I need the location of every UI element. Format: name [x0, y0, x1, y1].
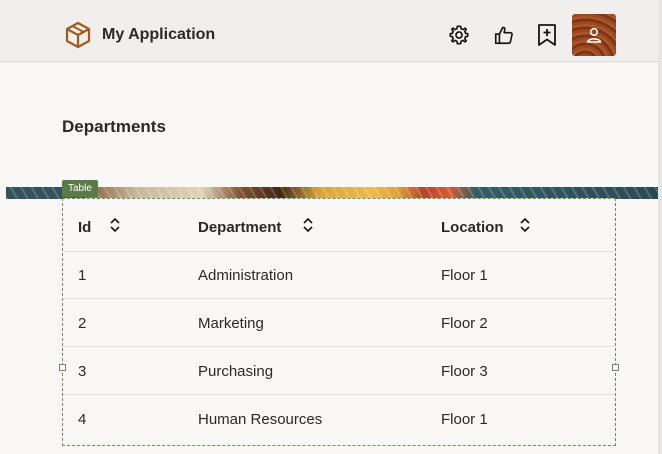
sort-icon[interactable] — [519, 217, 531, 233]
cell-department: Human Resources — [198, 411, 323, 428]
departments-table[interactable]: Id Department Location 1 Administration … — [59, 198, 619, 446]
table-component-tag: Table — [62, 180, 98, 197]
page-content: Departments Table Id Department Location… — [0, 62, 658, 454]
column-header-id[interactable]: Id — [78, 219, 91, 236]
cell-id: 3 — [78, 363, 87, 380]
table-header-row: Id Department Location — [63, 199, 615, 252]
cell-location: Floor 3 — [441, 363, 488, 380]
cell-department: Marketing — [198, 315, 264, 332]
cell-id: 1 — [78, 267, 87, 284]
settings-button[interactable] — [445, 20, 473, 50]
sort-icon[interactable] — [109, 217, 121, 233]
cell-id: 2 — [78, 315, 87, 332]
user-icon — [586, 27, 602, 43]
column-header-department[interactable]: Department — [198, 219, 281, 236]
page-title: Departments — [62, 117, 166, 136]
cube-logo-icon — [65, 21, 91, 49]
like-button[interactable] — [490, 20, 518, 50]
cell-id: 4 — [78, 411, 87, 428]
thumbs-up-icon — [494, 26, 513, 45]
table-row[interactable]: 2 Marketing Floor 2 — [63, 299, 615, 347]
cell-department: Purchasing — [198, 363, 274, 380]
gear-icon — [449, 25, 469, 45]
app-header: My Application — [0, 0, 658, 62]
cell-location: Floor 1 — [441, 411, 488, 428]
user-avatar-button[interactable] — [572, 14, 616, 56]
cell-location: Floor 2 — [441, 315, 488, 332]
table-row[interactable]: 4 Human Resources Floor 1 — [63, 395, 615, 443]
cell-department: Administration — [198, 267, 294, 284]
cell-location: Floor 1 — [441, 267, 488, 284]
bookmark-add-icon — [538, 24, 556, 46]
table-row[interactable]: 3 Purchasing Floor 3 — [63, 347, 615, 395]
column-header-location[interactable]: Location — [441, 219, 504, 236]
app-title: My Application — [102, 26, 216, 43]
sort-icon[interactable] — [302, 217, 314, 233]
bookmark-button[interactable] — [533, 20, 561, 50]
table-row[interactable]: 1 Administration Floor 1 — [63, 251, 615, 299]
